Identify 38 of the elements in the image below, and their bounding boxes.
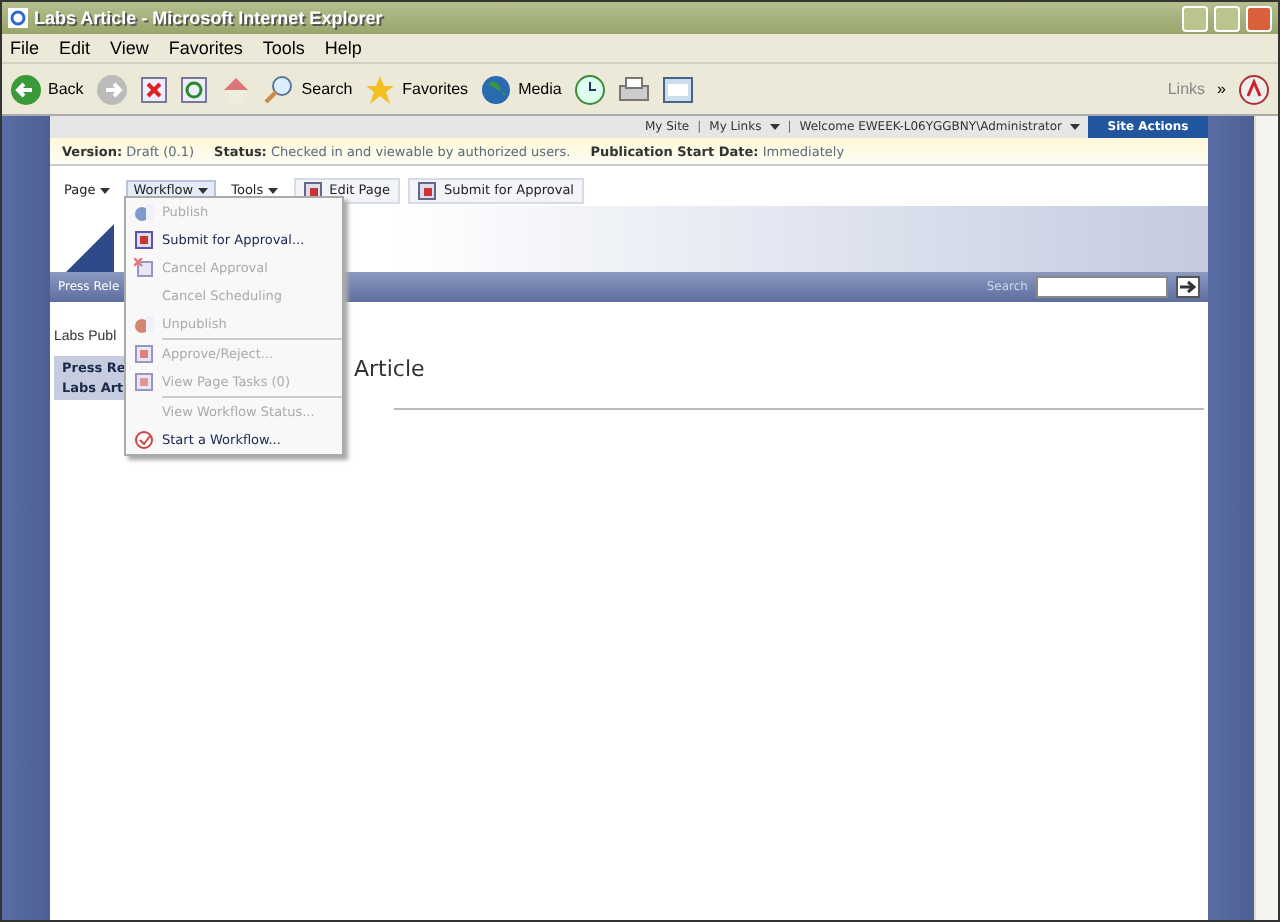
cancel-document-icon <box>134 258 154 278</box>
document-icon <box>134 230 154 250</box>
globe-icon <box>480 73 513 105</box>
caret-icon <box>1070 124 1080 130</box>
unpublish-icon <box>134 314 154 334</box>
search-field[interactable] <box>1036 276 1168 298</box>
search-icon <box>263 73 296 105</box>
publish-icon <box>134 202 154 222</box>
caret-icon <box>99 187 110 193</box>
menu-item[interactable]: File <box>10 38 40 58</box>
close-button[interactable] <box>1246 5 1272 31</box>
document-icon <box>418 181 437 199</box>
menu-item[interactable]: Edit <box>59 38 91 58</box>
menu-item[interactable]: Help <box>324 38 362 58</box>
menu-item[interactable]: Tools <box>262 38 305 58</box>
scrollbar[interactable] <box>1254 116 1278 920</box>
maximize-button[interactable] <box>1214 5 1240 31</box>
minimize-button[interactable] <box>1182 5 1208 31</box>
media-button[interactable]: Media <box>480 73 562 105</box>
ie-icon <box>8 8 28 28</box>
stop-icon[interactable] <box>139 75 168 103</box>
back-button[interactable]: Back <box>10 73 84 105</box>
history-icon[interactable] <box>573 73 606 105</box>
edit-icon[interactable] <box>661 73 694 105</box>
star-icon <box>364 73 397 105</box>
check-circle-icon <box>134 430 154 450</box>
chevron-button[interactable]: » <box>1217 80 1226 98</box>
window-title: Labs Article - Microsoft Internet Explorer <box>34 8 385 28</box>
menu-item[interactable]: View <box>110 38 149 58</box>
print-icon[interactable] <box>617 73 650 105</box>
page-heading: Article <box>354 356 425 382</box>
caret-icon <box>769 124 780 130</box>
favorites-button[interactable]: Favorites <box>364 73 469 105</box>
search-button[interactable]: Search <box>263 73 353 105</box>
document-icon <box>303 181 322 199</box>
refresh-icon[interactable] <box>179 75 208 103</box>
search-go-button[interactable] <box>1176 276 1200 298</box>
menu-item[interactable]: Favorites <box>168 38 243 58</box>
